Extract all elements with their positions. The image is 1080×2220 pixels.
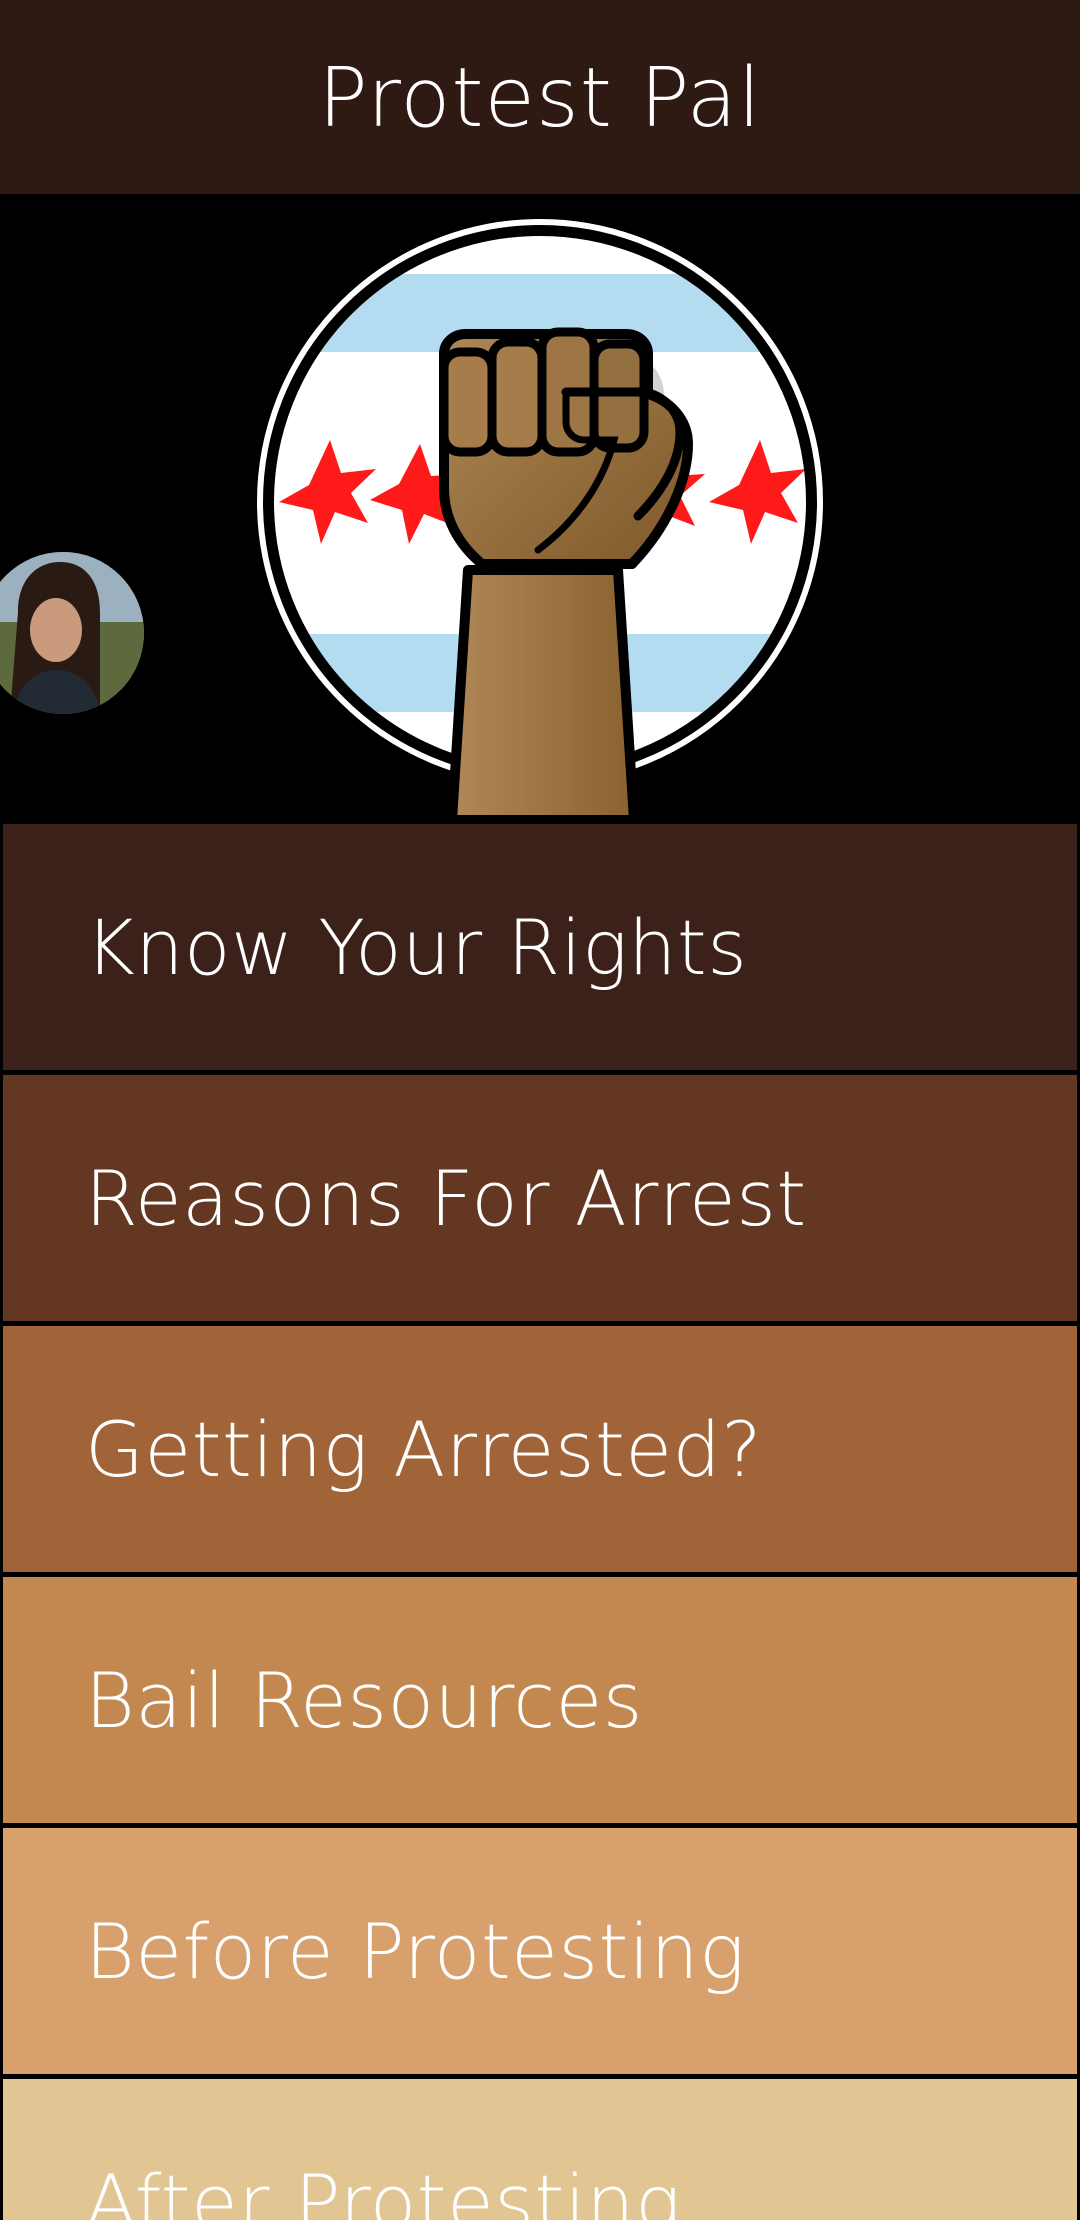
menu-item-label: Reasons For Arrest — [85, 1153, 807, 1243]
app-header: Protest Pal — [0, 0, 1080, 194]
raised-fist-logo-icon — [257, 219, 823, 824]
app-title: Protest Pal — [318, 50, 762, 146]
menu-item-label: Bail Resources — [85, 1655, 643, 1745]
menu-item-getting-arrested[interactable]: Getting Arrested? — [3, 1326, 1077, 1577]
app-root: Protest Pal Know Your Rights Reasons For… — [0, 0, 1080, 2220]
user-avatar-icon — [0, 552, 144, 714]
avatar[interactable] — [0, 552, 144, 714]
menu-item-label: Know Your Rights — [85, 902, 748, 992]
hero-banner — [0, 194, 1080, 824]
menu-item-after-protesting[interactable]: After Protesting — [3, 2079, 1077, 2220]
menu-item-reasons-for-arrest[interactable]: Reasons For Arrest — [3, 1075, 1077, 1326]
menu-item-before-protesting[interactable]: Before Protesting — [3, 1828, 1077, 2079]
menu-item-know-your-rights[interactable]: Know Your Rights — [3, 824, 1077, 1075]
menu-item-label: Getting Arrested? — [85, 1404, 763, 1494]
menu-item-bail-resources[interactable]: Bail Resources — [3, 1577, 1077, 1828]
menu-item-label: Before Protesting — [85, 1906, 746, 1996]
main-menu: Know Your Rights Reasons For Arrest Gett… — [0, 824, 1080, 2220]
menu-item-label: After Protesting — [85, 2157, 682, 2220]
